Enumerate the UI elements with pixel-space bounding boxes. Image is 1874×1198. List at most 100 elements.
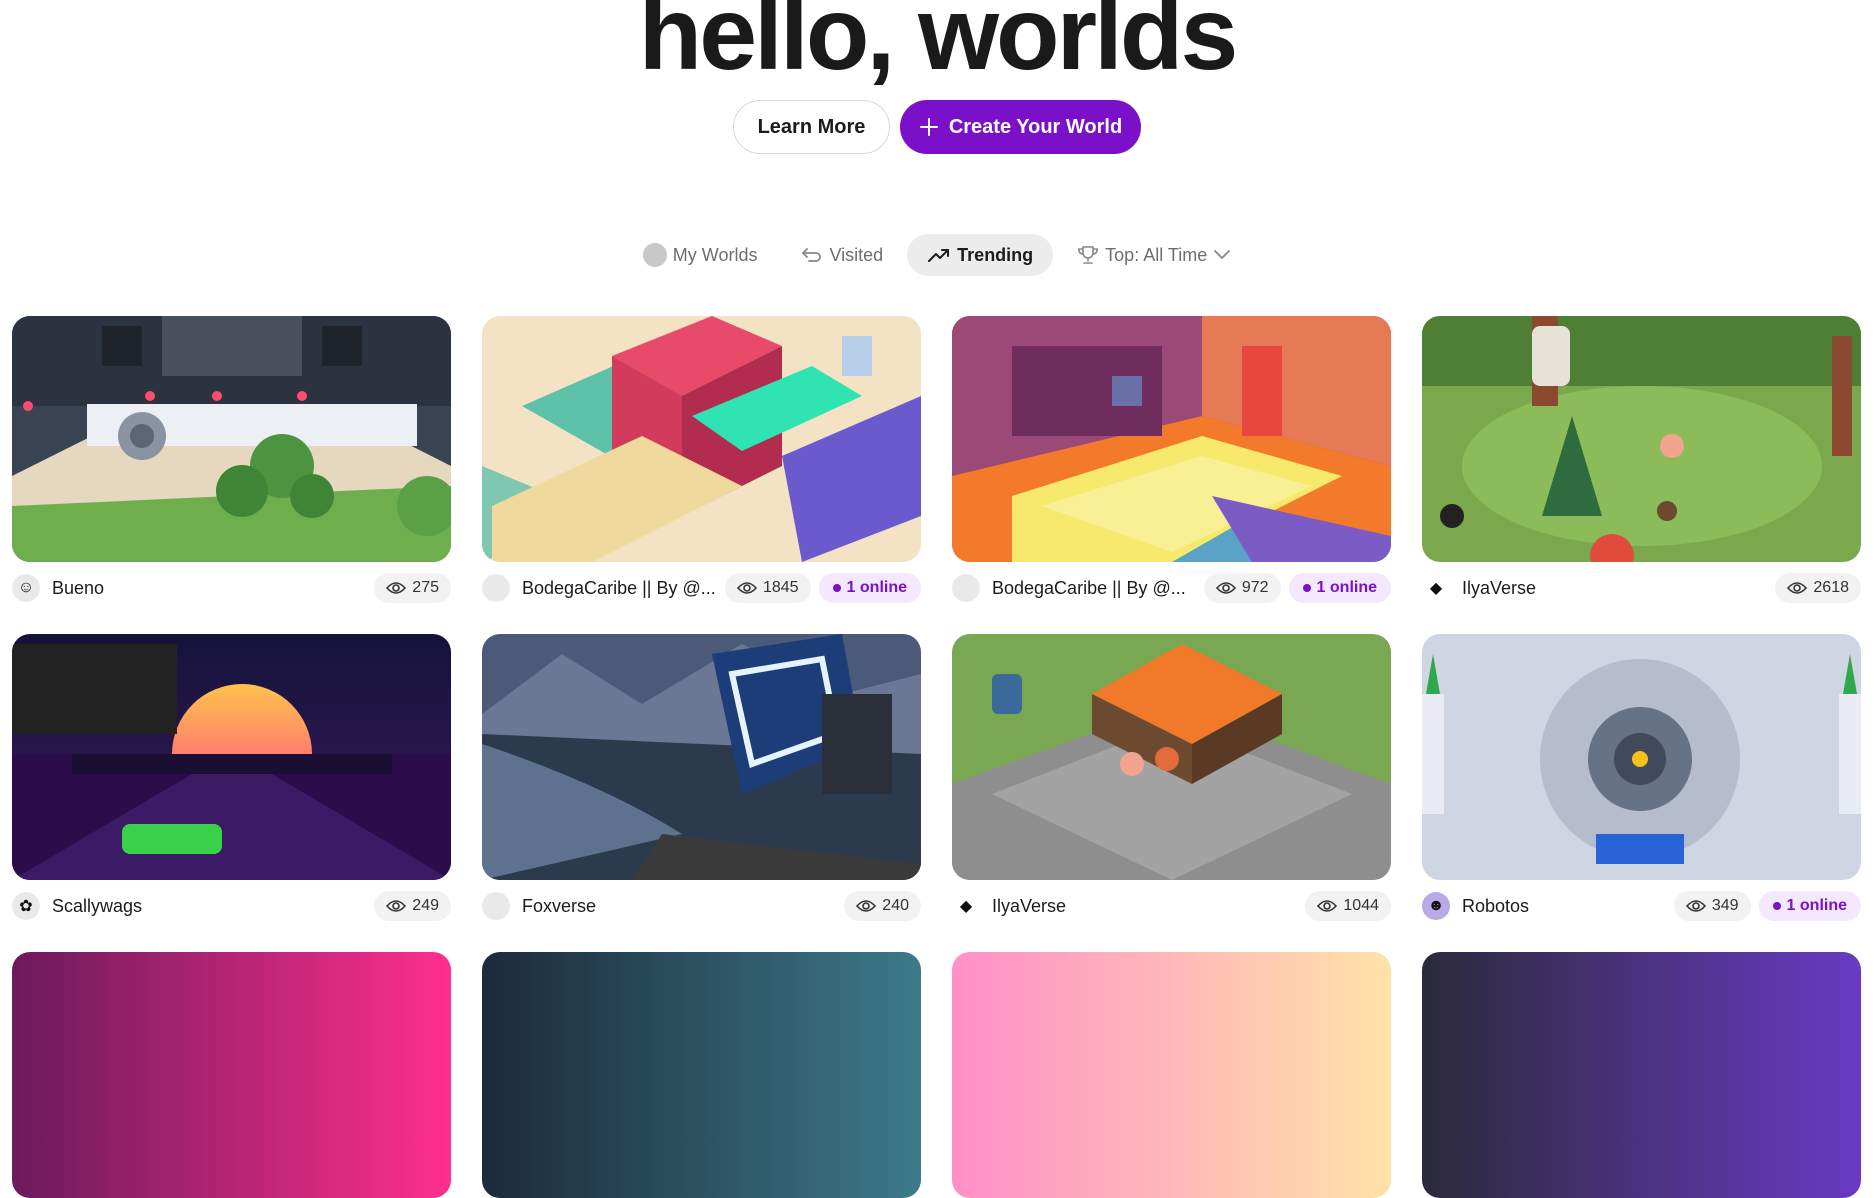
card-meta: ✿ Scallywags 249 (12, 880, 451, 930)
view-count: 249 (412, 897, 439, 914)
world-title[interactable]: BodegaCaribe || By @... (518, 578, 717, 599)
online-dot-icon (832, 584, 841, 592)
cafe-scene-image (952, 634, 1391, 880)
view-count-badge: 275 (374, 573, 451, 603)
world-card[interactable]: Foxverse 240 (482, 634, 921, 930)
default-avatar-icon (482, 892, 510, 920)
filter-trending[interactable]: Trending (907, 234, 1054, 276)
filter-bar: My Worlds Visited Trending Top: All Time (0, 234, 1874, 276)
world-thumbnail[interactable] (482, 952, 921, 1198)
world-thumbnail[interactable] (12, 952, 451, 1198)
online-dot-icon (1772, 902, 1781, 910)
world-card[interactable] (482, 952, 921, 1198)
diamond-icon: ◆ (959, 898, 973, 915)
eye-icon (1215, 582, 1236, 594)
world-card[interactable] (1422, 952, 1861, 1198)
online-count: 1 online (1786, 897, 1847, 914)
view-count: 2618 (1813, 579, 1849, 596)
filter-my-worlds-label: My Worlds (672, 244, 758, 265)
synthwave-scene-image (12, 634, 451, 880)
diamond-icon: ◆ (1429, 580, 1443, 597)
learn-more-button[interactable]: Learn More (733, 100, 890, 154)
room-interior-image (952, 316, 1391, 562)
view-count-badge: 249 (374, 891, 451, 921)
world-thumbnail[interactable] (482, 316, 921, 562)
world-title[interactable]: Bueno (48, 578, 366, 599)
world-card[interactable] (952, 952, 1391, 1198)
view-count-badge: 972 (1203, 573, 1281, 603)
world-grid: ☺ Bueno 275 BodegaCaribe || By @... 1845… (12, 316, 1861, 1198)
eye-icon (1787, 582, 1808, 594)
trending-up-icon (928, 249, 950, 262)
page-title: hello, worlds (638, 0, 1239, 92)
eye-icon (856, 900, 877, 912)
view-count: 1044 (1343, 897, 1379, 914)
card-meta: ◆ IlyaVerse 2618 (1422, 562, 1861, 612)
filter-visited-label: Visited (829, 244, 884, 265)
world-title[interactable]: IlyaVerse (1458, 578, 1767, 599)
world-card[interactable]: ◆ IlyaVerse 1044 (952, 634, 1391, 930)
world-card[interactable]: BodegaCaribe || By @... 1845 1 online (482, 316, 921, 612)
filter-my-worlds[interactable]: My Worlds (623, 234, 778, 276)
filter-visited[interactable]: Visited (781, 234, 903, 276)
online-count: 1 online (1316, 579, 1377, 596)
eye-icon (386, 582, 407, 594)
return-arrow-icon (802, 248, 822, 262)
fox-building-scene-image (482, 634, 921, 880)
world-card[interactable] (12, 952, 451, 1198)
view-count-badge: 240 (844, 891, 921, 921)
world-thumbnail[interactable] (1422, 634, 1861, 880)
world-thumbnail[interactable] (1422, 952, 1861, 1198)
default-avatar-icon (952, 574, 980, 602)
online-badge: 1 online (818, 573, 921, 603)
view-count-badge: 2618 (1775, 573, 1861, 603)
plus-icon (919, 117, 939, 137)
world-title[interactable]: Scallywags (48, 896, 366, 917)
world-card[interactable]: BodegaCaribe || By @... 972 1 online (952, 316, 1391, 612)
view-count: 240 (882, 897, 909, 914)
world-card[interactable]: ◆ IlyaVerse 2618 (1422, 316, 1861, 612)
view-count: 275 (412, 579, 439, 596)
world-thumbnail[interactable] (1422, 316, 1861, 562)
default-avatar-icon (482, 574, 510, 602)
world-card[interactable]: ☺ Bueno 275 (12, 316, 451, 612)
world-card[interactable]: ✿ Scallywags 249 (12, 634, 451, 930)
filter-top-label: Top: All Time (1105, 244, 1208, 265)
world-thumbnail[interactable] (12, 316, 451, 562)
robotos-logo-icon: ☻ (1422, 892, 1450, 920)
forest-scene-image (1422, 316, 1861, 562)
chevron-down-icon (1214, 250, 1231, 259)
view-count: 1845 (762, 579, 799, 596)
world-title[interactable]: IlyaVerse (988, 896, 1297, 917)
world-card[interactable]: ☻ Robotos 349 1 online (1422, 634, 1861, 930)
online-badge: 1 online (1758, 891, 1861, 921)
filter-top-all-time[interactable]: Top: All Time (1057, 234, 1251, 276)
world-title[interactable]: Foxverse (518, 896, 836, 917)
eye-icon (736, 582, 757, 594)
world-title[interactable]: Robotos (1458, 896, 1666, 917)
create-world-button[interactable]: Create Your World (900, 100, 1141, 154)
filter-trending-label: Trending (957, 244, 1034, 265)
world-thumbnail[interactable] (952, 316, 1391, 562)
eye-icon (386, 900, 407, 912)
view-count-badge: 349 (1673, 891, 1751, 921)
world-thumbnail[interactable] (952, 634, 1391, 880)
trophy-icon (1078, 246, 1099, 264)
world-thumbnail[interactable] (12, 634, 451, 880)
card-meta: BodegaCaribe || By @... 1845 1 online (482, 562, 921, 612)
isometric-building-image (482, 316, 921, 562)
world-thumbnail[interactable] (482, 634, 921, 880)
card-meta: Foxverse 240 (482, 880, 921, 930)
card-meta: ☻ Robotos 349 1 online (1422, 880, 1861, 930)
robot-room-image (1422, 634, 1861, 880)
view-count-badge: 1044 (1305, 891, 1391, 921)
online-dot-icon (1302, 584, 1311, 592)
world-title[interactable]: BodegaCaribe || By @... (988, 578, 1196, 599)
online-badge: 1 online (1288, 573, 1391, 603)
view-count: 972 (1241, 579, 1269, 596)
create-world-label: Create Your World (948, 115, 1123, 138)
card-meta: BodegaCaribe || By @... 972 1 online (952, 562, 1391, 612)
card-meta: ☺ Bueno 275 (12, 562, 451, 612)
world-thumbnail[interactable] (952, 952, 1391, 1198)
card-meta: ◆ IlyaVerse 1044 (952, 880, 1391, 930)
